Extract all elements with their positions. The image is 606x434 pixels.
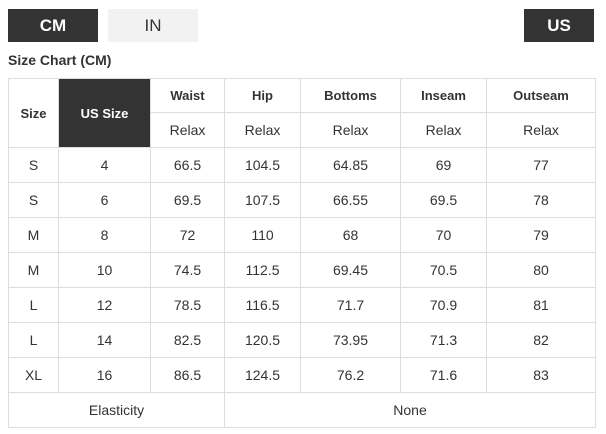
header-bottoms: Bottoms — [300, 78, 401, 113]
cell-inseam: 70 — [400, 217, 487, 253]
header-row: Size US Size Waist Hip Bottoms Inseam Ou… — [8, 78, 596, 148]
cell-waist: 86.5 — [150, 357, 225, 393]
elasticity-value: None — [224, 392, 596, 428]
cell-inseam: 69.5 — [400, 182, 487, 218]
region-us-button[interactable]: US — [524, 9, 594, 42]
fit-inseam: Relax — [400, 112, 487, 148]
cell-us-size: 8 — [58, 217, 151, 253]
cell-inseam: 71.3 — [400, 322, 487, 358]
cell-bottoms: 76.2 — [300, 357, 401, 393]
cell-outseam: 80 — [486, 252, 596, 288]
header-size: Size — [8, 78, 59, 148]
cell-bottoms: 68 — [300, 217, 401, 253]
header-inseam: Inseam — [400, 78, 487, 113]
fit-bottoms: Relax — [300, 112, 401, 148]
cell-hip: 120.5 — [224, 322, 301, 358]
cell-bottoms: 73.95 — [300, 322, 401, 358]
cell-size: S — [8, 147, 59, 183]
fit-outseam: Relax — [486, 112, 596, 148]
cell-hip: 110 — [224, 217, 301, 253]
unit-in-button[interactable]: IN — [108, 9, 198, 42]
unit-cm-button[interactable]: CM — [8, 9, 98, 42]
cell-size: L — [8, 287, 59, 323]
cell-waist: 78.5 — [150, 287, 225, 323]
cell-inseam: 70.5 — [400, 252, 487, 288]
cell-size: M — [8, 252, 59, 288]
size-chart-title: Size Chart (CM) — [8, 52, 112, 68]
cell-size: S — [8, 182, 59, 218]
cell-inseam: 71.6 — [400, 357, 487, 393]
cell-size: M — [8, 217, 59, 253]
cell-waist: 72 — [150, 217, 225, 253]
cell-bottoms: 64.85 — [300, 147, 401, 183]
table-row: L 14 82.5 120.5 73.95 71.3 82 — [8, 322, 596, 358]
cell-hip: 112.5 — [224, 252, 301, 288]
size-chart-table: Size US Size Waist Hip Bottoms Inseam Ou… — [8, 78, 596, 428]
cell-outseam: 82 — [486, 322, 596, 358]
elasticity-label: Elasticity — [8, 392, 225, 428]
cell-us-size: 14 — [58, 322, 151, 358]
cell-bottoms: 69.45 — [300, 252, 401, 288]
cell-waist: 82.5 — [150, 322, 225, 358]
cell-outseam: 77 — [486, 147, 596, 183]
cell-outseam: 78 — [486, 182, 596, 218]
cell-us-size: 12 — [58, 287, 151, 323]
cell-bottoms: 66.55 — [300, 182, 401, 218]
cell-inseam: 69 — [400, 147, 487, 183]
table-row: XL 16 86.5 124.5 76.2 71.6 83 — [8, 357, 596, 393]
cell-us-size: 6 — [58, 182, 151, 218]
cell-outseam: 79 — [486, 217, 596, 253]
header-us-size: US Size — [58, 78, 151, 148]
cell-outseam: 83 — [486, 357, 596, 393]
cell-outseam: 81 — [486, 287, 596, 323]
cell-inseam: 70.9 — [400, 287, 487, 323]
cell-size: XL — [8, 357, 59, 393]
table-row: S 6 69.5 107.5 66.55 69.5 78 — [8, 182, 596, 218]
table-row: M 8 72 110 68 70 79 — [8, 217, 596, 253]
cell-hip: 124.5 — [224, 357, 301, 393]
cell-waist: 66.5 — [150, 147, 225, 183]
cell-waist: 74.5 — [150, 252, 225, 288]
table-row: M 10 74.5 112.5 69.45 70.5 80 — [8, 252, 596, 288]
cell-waist: 69.5 — [150, 182, 225, 218]
header-hip: Hip — [224, 78, 301, 113]
fit-waist: Relax — [150, 112, 225, 148]
cell-hip: 104.5 — [224, 147, 301, 183]
elasticity-row: Elasticity None — [8, 392, 596, 428]
cell-bottoms: 71.7 — [300, 287, 401, 323]
cell-us-size: 10 — [58, 252, 151, 288]
cell-size: L — [8, 322, 59, 358]
cell-hip: 116.5 — [224, 287, 301, 323]
table-row: L 12 78.5 116.5 71.7 70.9 81 — [8, 287, 596, 323]
cell-hip: 107.5 — [224, 182, 301, 218]
table-row: S 4 66.5 104.5 64.85 69 77 — [8, 147, 596, 183]
header-outseam: Outseam — [486, 78, 596, 113]
fit-hip: Relax — [224, 112, 301, 148]
cell-us-size: 4 — [58, 147, 151, 183]
header-waist: Waist — [150, 78, 225, 113]
cell-us-size: 16 — [58, 357, 151, 393]
